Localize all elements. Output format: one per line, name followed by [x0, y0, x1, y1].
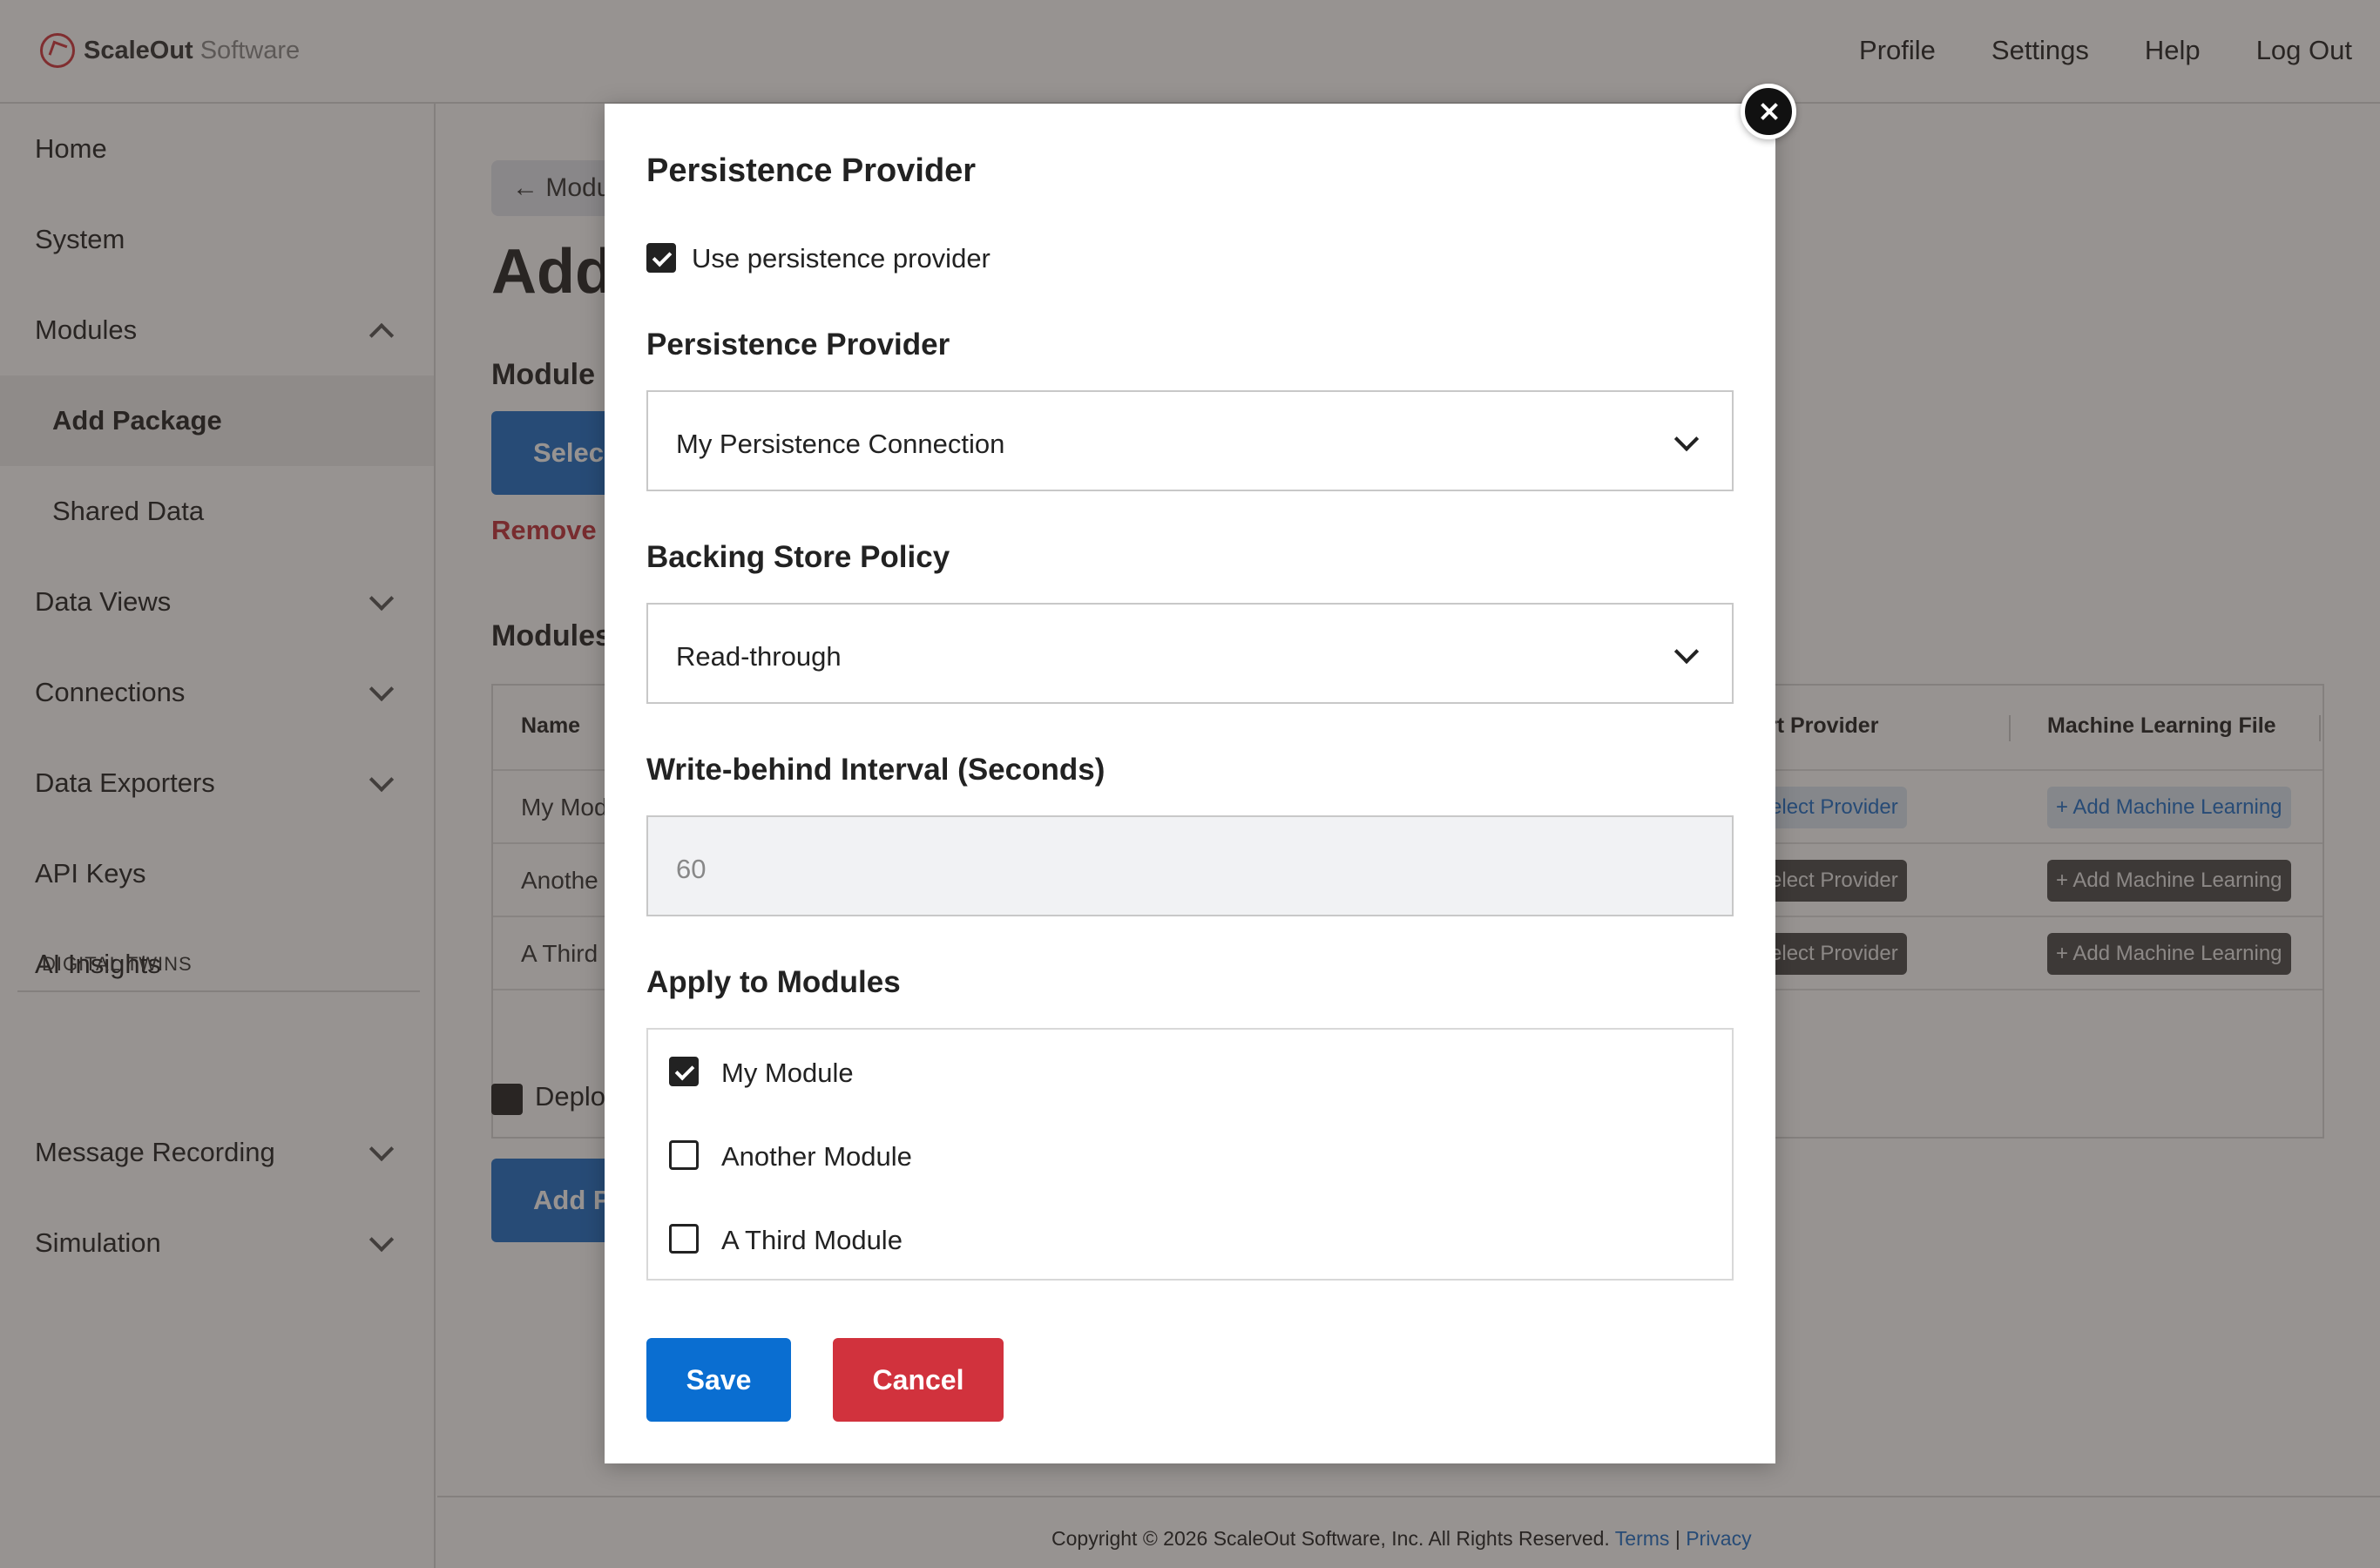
persistence-provider-dialog: Persistence Provider Use persistence pro… [605, 104, 1775, 1463]
backing-store-value: Read-through [676, 641, 842, 672]
use-persistence-checkbox[interactable] [646, 243, 676, 273]
close-icon[interactable] [1741, 84, 1796, 139]
modules-checkbox-list: My Module Another Module A Third Module [646, 1028, 1734, 1281]
interval-label: Write-behind Interval (Seconds) [646, 753, 1105, 787]
use-persistence-label: Use persistence provider [692, 243, 991, 274]
backing-store-label: Backing Store Policy [646, 540, 950, 574]
backing-store-select[interactable]: Read-through [646, 603, 1734, 704]
save-button[interactable]: Save [646, 1338, 791, 1422]
interval-input: 60 [646, 815, 1734, 916]
provider-select[interactable]: My Persistence Connection [646, 390, 1734, 491]
module-checkbox[interactable] [669, 1140, 699, 1170]
interval-input-value: 60 [676, 854, 707, 884]
module-checkbox[interactable] [669, 1057, 699, 1086]
chevron-down-icon [1673, 426, 1700, 452]
provider-select-value: My Persistence Connection [676, 429, 1005, 459]
module-checkbox-label: A Third Module [721, 1225, 903, 1255]
apply-modules-label: Apply to Modules [646, 965, 901, 999]
module-checkbox-label: Another Module [721, 1141, 912, 1172]
chevron-down-icon [1673, 639, 1700, 665]
provider-field-label: Persistence Provider [646, 328, 950, 362]
dialog-title: Persistence Provider [646, 152, 977, 189]
module-checkbox-label: My Module [721, 1058, 854, 1088]
cancel-button[interactable]: Cancel [833, 1338, 1004, 1422]
module-checkbox[interactable] [669, 1224, 699, 1254]
